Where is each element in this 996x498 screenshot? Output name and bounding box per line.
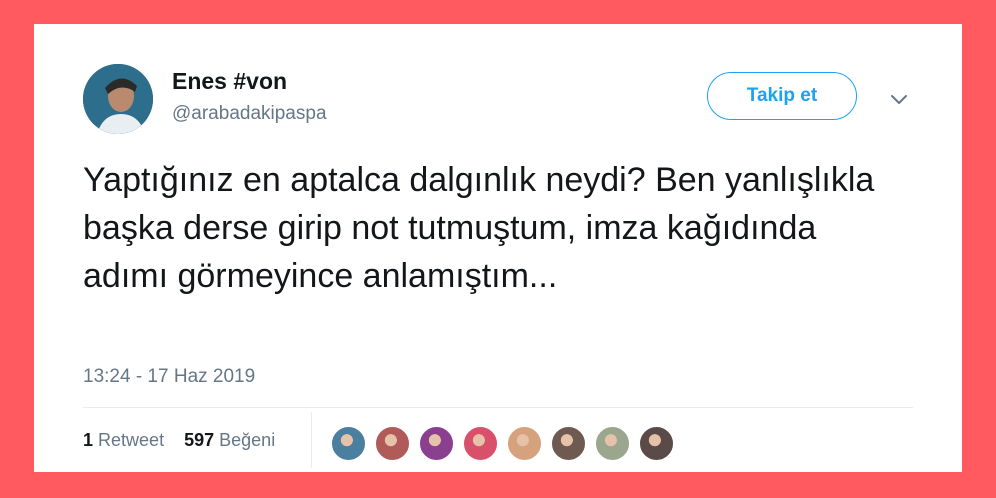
author-avatar[interactable]	[83, 64, 153, 134]
tweet-text: Yaptığınız en aptalca dalgınlık neydi? B…	[83, 161, 875, 295]
liker-avatar[interactable]	[638, 425, 675, 462]
tweet-timestamp[interactable]: 13:24 - 17 Haz 2019	[83, 366, 255, 388]
liker-avatars	[330, 425, 675, 462]
author-name[interactable]: Enes #von	[172, 68, 287, 95]
author-handle[interactable]: @arabadakipaspa	[172, 103, 327, 125]
divider	[83, 407, 913, 408]
liker-avatar[interactable]	[374, 425, 411, 462]
liker-avatar[interactable]	[330, 425, 367, 462]
liker-avatar[interactable]	[506, 425, 543, 462]
liker-avatar[interactable]	[550, 425, 587, 462]
stats-separator	[311, 412, 312, 468]
tweet-stats: 1 Retweet 597 Beğeni	[83, 430, 275, 451]
liker-avatar[interactable]	[462, 425, 499, 462]
tweet-card: Enes #von @arabadakipaspa Takip et Yaptı…	[34, 24, 962, 472]
liker-avatar[interactable]	[418, 425, 455, 462]
like-stat[interactable]: 597 Beğeni	[184, 430, 275, 451]
chevron-down-icon[interactable]	[886, 89, 912, 109]
retweet-stat[interactable]: 1 Retweet	[83, 430, 164, 451]
follow-button[interactable]: Takip et	[707, 72, 857, 120]
like-count: 597	[184, 430, 215, 450]
avatar-image	[83, 64, 153, 134]
like-label: Beğeni	[219, 430, 276, 450]
liker-avatar[interactable]	[594, 425, 631, 462]
retweet-label: Retweet	[98, 430, 165, 450]
retweet-count: 1	[83, 430, 94, 450]
